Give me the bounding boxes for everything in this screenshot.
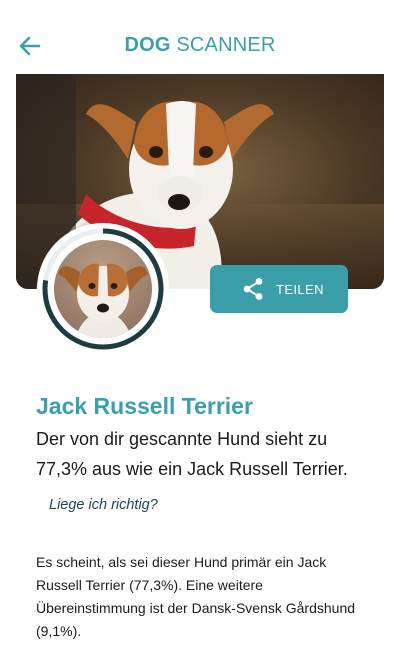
app-title-bold: DOG: [124, 34, 171, 56]
match-summary: Der von dir gescannte Hund sieht zu 77,3…: [36, 429, 348, 479]
match-avatar: [36, 222, 170, 356]
app-title: DOG SCANNER: [0, 34, 400, 57]
breed-name: Jack Russell Terrier: [36, 393, 253, 419]
share-icon: [243, 278, 263, 300]
share-button[interactable]: TEILEN: [210, 265, 348, 313]
app-bar: DOG SCANNER: [0, 0, 400, 74]
app-title-light: SCANNER: [170, 34, 276, 56]
match-details: Es scheint, als sei dieser Hund primär e…: [36, 554, 356, 639]
share-button-label: TEILEN: [276, 282, 324, 297]
breed-reference-photo: [54, 240, 152, 338]
feedback-link[interactable]: Liege ich richtig?: [49, 497, 158, 513]
